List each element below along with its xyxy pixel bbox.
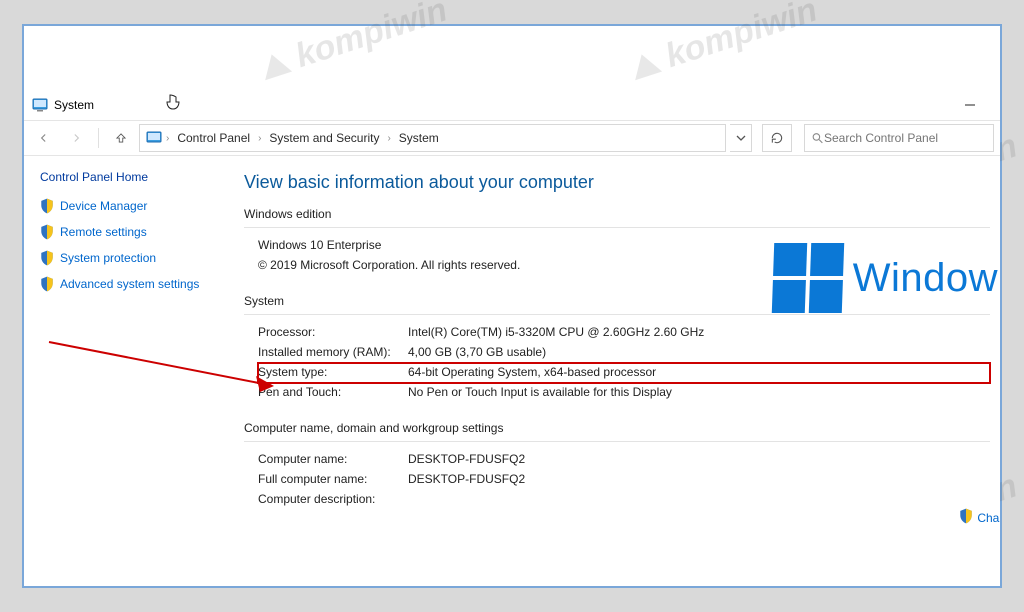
kv-row: Processor: Intel(R) Core(TM) i5-3320M CP…	[258, 323, 990, 343]
kv-value: Intel(R) Core(TM) i5-3320M CPU @ 2.60GHz…	[408, 325, 990, 339]
window-title: System	[54, 98, 94, 112]
chevron-right-icon: ›	[166, 133, 169, 144]
kv-value: DESKTOP-FDUSFQ2	[408, 452, 990, 466]
refresh-button[interactable]	[762, 124, 792, 152]
kv-row-system-type: System type: 64-bit Operating System, x6…	[258, 363, 990, 383]
kv-key: Processor:	[258, 325, 408, 339]
shield-icon	[40, 276, 54, 292]
system-icon	[32, 97, 48, 113]
sidebar-item-advanced-system-settings[interactable]: Advanced system settings	[40, 276, 218, 292]
kv-row: Computer description:	[258, 490, 990, 510]
search-box[interactable]	[804, 124, 994, 152]
kv-key: Computer description:	[258, 492, 408, 506]
shield-icon	[959, 508, 973, 527]
content-area: Control Panel Home Device Manager Remote…	[24, 156, 1000, 586]
sidebar-item-label: Device Manager	[60, 199, 147, 213]
forward-button[interactable]	[62, 124, 90, 152]
sidebar-item-label: Remote settings	[60, 225, 147, 239]
breadcrumb-item[interactable]: System	[395, 131, 443, 145]
sidebar-item-remote-settings[interactable]: Remote settings	[40, 224, 218, 240]
sidebar-item-label: System protection	[60, 251, 156, 265]
breadcrumb-dropdown[interactable]	[730, 124, 752, 152]
kv-key: Pen and Touch:	[258, 385, 408, 399]
windows-edition-section: Windows edition Windows 10 Enterprise © …	[244, 207, 990, 276]
sidebar-item-device-manager[interactable]: Device Manager	[40, 198, 218, 214]
windows-logo: Window	[773, 243, 998, 313]
main-panel: View basic information about your comput…	[234, 156, 1000, 586]
kv-key: Computer name:	[258, 452, 408, 466]
sidebar-item-label: Advanced system settings	[60, 277, 199, 291]
back-button[interactable]	[30, 124, 58, 152]
chevron-right-icon: ›	[258, 133, 261, 144]
kv-key: System type:	[258, 365, 408, 379]
kv-row: Pen and Touch: No Pen or Touch Input is …	[258, 383, 990, 403]
page-heading: View basic information about your comput…	[244, 172, 990, 193]
kv-value: 64-bit Operating System, x64-based proce…	[408, 365, 990, 379]
toolbar: › Control Panel › System and Security › …	[24, 120, 1000, 156]
control-panel-home-link[interactable]: Control Panel Home	[40, 170, 218, 184]
screenshot-frame: kompiwin kompiwin kompiwin kompiwin komp…	[22, 24, 1002, 588]
minimize-button[interactable]	[948, 90, 992, 120]
section-title: Windows edition	[244, 207, 990, 221]
kv-value: DESKTOP-FDUSFQ2	[408, 472, 990, 486]
shield-icon	[40, 250, 54, 266]
kv-key: Installed memory (RAM):	[258, 345, 408, 359]
breadcrumb[interactable]: › Control Panel › System and Security › …	[139, 124, 726, 152]
control-panel-icon	[146, 130, 162, 146]
change-settings-label: Chan	[977, 511, 1000, 525]
kv-value: No Pen or Touch Input is available for t…	[408, 385, 990, 399]
kv-row: Installed memory (RAM): 4,00 GB (3,70 GB…	[258, 343, 990, 363]
computer-name-section: Computer name, domain and workgroup sett…	[244, 421, 990, 510]
up-button[interactable]	[107, 124, 135, 152]
change-settings-link[interactable]: Chan	[959, 508, 1000, 527]
kv-row: Computer name: DESKTOP-FDUSFQ2	[258, 450, 990, 470]
kv-row: Full computer name: DESKTOP-FDUSFQ2	[258, 470, 990, 490]
search-icon	[811, 131, 824, 145]
windows-logo-icon	[772, 243, 844, 313]
chevron-right-icon: ›	[387, 133, 390, 144]
windows-brand-text: Window	[853, 256, 998, 301]
breadcrumb-item[interactable]: Control Panel	[173, 131, 254, 145]
sidebar-item-system-protection[interactable]: System protection	[40, 250, 218, 266]
kv-key: Full computer name:	[258, 472, 408, 486]
section-title: Computer name, domain and workgroup sett…	[244, 421, 990, 435]
kv-value: 4,00 GB (3,70 GB usable)	[408, 345, 990, 359]
sidebar: Control Panel Home Device Manager Remote…	[24, 156, 234, 586]
search-input[interactable]	[824, 131, 987, 145]
shield-icon	[40, 224, 54, 240]
shield-icon	[40, 198, 54, 214]
breadcrumb-item[interactable]: System and Security	[265, 131, 383, 145]
system-window: System › Control Panel › System and Secu…	[24, 90, 1000, 586]
